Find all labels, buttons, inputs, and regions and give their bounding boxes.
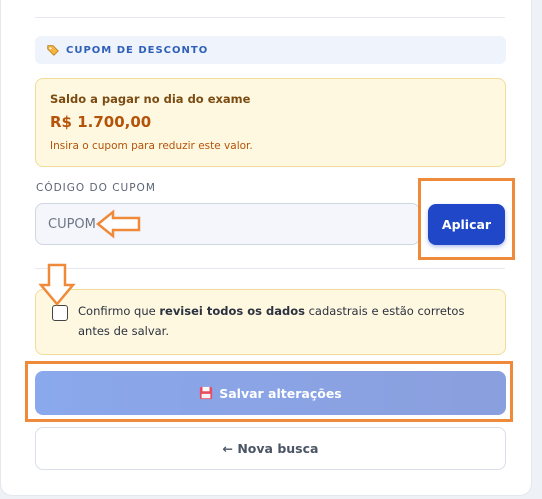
coupon-input[interactable] bbox=[35, 203, 420, 245]
tag-icon bbox=[47, 45, 59, 56]
confirm-text-prefix: Confirmo que bbox=[78, 304, 160, 318]
confirm-notice: Confirmo que revisei todos os dados cada… bbox=[35, 289, 506, 355]
confirm-text: Confirmo que revisei todos os dados cada… bbox=[78, 301, 498, 341]
coupon-field-label: CÓDIGO DO CUPOM bbox=[36, 182, 156, 194]
down-arrow-annotation-icon bbox=[38, 263, 76, 306]
floppy-disk-icon bbox=[200, 386, 213, 400]
balance-hint: Insira o cupom para reduzir este valor. bbox=[50, 140, 253, 152]
apply-button[interactable]: Aplicar bbox=[428, 204, 505, 245]
top-divider bbox=[35, 17, 505, 18]
section-title: CUPOM DE DESCONTO bbox=[66, 44, 209, 56]
balance-amount: R$ 1.700,00 bbox=[50, 113, 152, 131]
left-arrow-annotation-icon bbox=[96, 209, 141, 239]
section-header: CUPOM DE DESCONTO bbox=[35, 36, 506, 64]
save-button-label: Salvar alterações bbox=[219, 385, 342, 401]
confirm-checkbox[interactable] bbox=[52, 305, 68, 321]
new-search-button[interactable]: ← Nova busca bbox=[35, 427, 506, 470]
save-button[interactable]: Salvar alterações bbox=[35, 371, 506, 415]
balance-notice: Saldo a pagar no dia do exame R$ 1.700,0… bbox=[35, 78, 506, 167]
balance-label: Saldo a pagar no dia do exame bbox=[50, 92, 251, 106]
mid-divider bbox=[35, 268, 505, 269]
confirm-text-bold: revisei todos os dados bbox=[159, 304, 305, 318]
